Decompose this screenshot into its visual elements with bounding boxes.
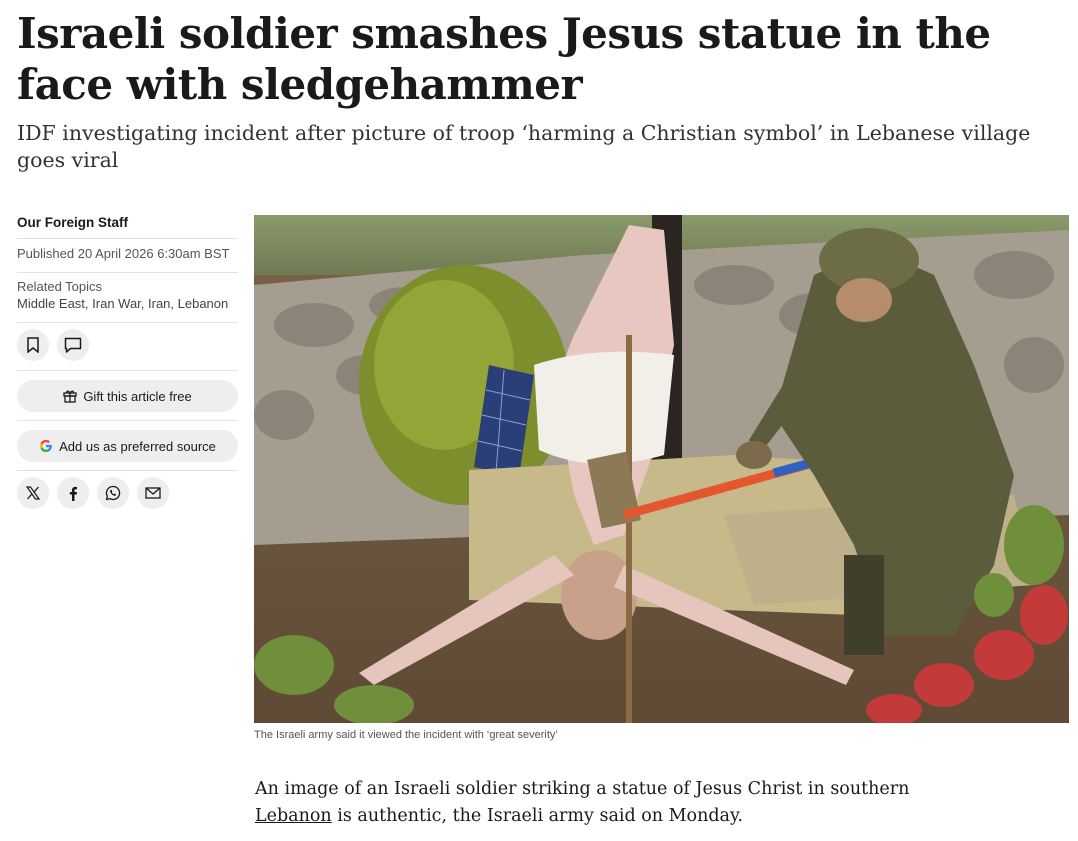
article-standfirst: IDF investigating incident after picture… (17, 121, 1031, 172)
article-actions (17, 323, 238, 371)
photo-illustration (254, 215, 1069, 723)
byline[interactable]: Our Foreign Staff (17, 212, 238, 239)
share-facebook-button[interactable] (57, 477, 89, 509)
gift-wrap: Gift this article free (17, 380, 238, 421)
preferred-source-label: Add us as preferred source (59, 438, 216, 454)
google-icon (40, 440, 52, 452)
related-topics-label: Related Topics (17, 279, 103, 294)
gift-article-button[interactable]: Gift this article free (17, 380, 238, 412)
bookmark-icon (27, 337, 39, 353)
email-icon (145, 487, 161, 499)
preferred-wrap: Add us as preferred source (17, 430, 238, 471)
share-whatsapp-button[interactable] (97, 477, 129, 509)
save-button[interactable] (17, 329, 49, 361)
gift-icon (63, 390, 77, 403)
photo-caption: The Israeli army said it viewed the inci… (254, 729, 558, 741)
body-text-start: An image of an Israeli soldier striking … (255, 779, 910, 799)
published-date: Published 20 April 2026 6:30am BST (17, 239, 238, 273)
article-body-paragraph: An image of an Israeli soldier striking … (255, 776, 915, 830)
related-topics-list[interactable]: Middle East, Iran War, Iran, Lebanon (17, 295, 238, 313)
lebanon-link[interactable]: Lebanon (255, 806, 332, 826)
comment-icon (64, 337, 82, 353)
article-sidebar: Our Foreign Staff Published 20 April 202… (17, 212, 238, 509)
preferred-source-button[interactable]: Add us as preferred source (17, 430, 238, 462)
article-photo (254, 215, 1069, 723)
x-icon (26, 486, 40, 500)
share-x-button[interactable] (17, 477, 49, 509)
whatsapp-icon (105, 485, 121, 501)
body-text-end: is authentic, the Israeli army said on M… (331, 806, 744, 826)
share-email-button[interactable] (137, 477, 169, 509)
facebook-icon (69, 486, 77, 501)
gift-article-label: Gift this article free (83, 388, 192, 404)
related-topics: Related Topics Middle East, Iran War, Ir… (17, 273, 238, 323)
share-buttons (17, 471, 238, 509)
article-headline: Israeli soldier smashes Jesus statue in … (17, 9, 991, 109)
comment-button[interactable] (57, 329, 89, 361)
